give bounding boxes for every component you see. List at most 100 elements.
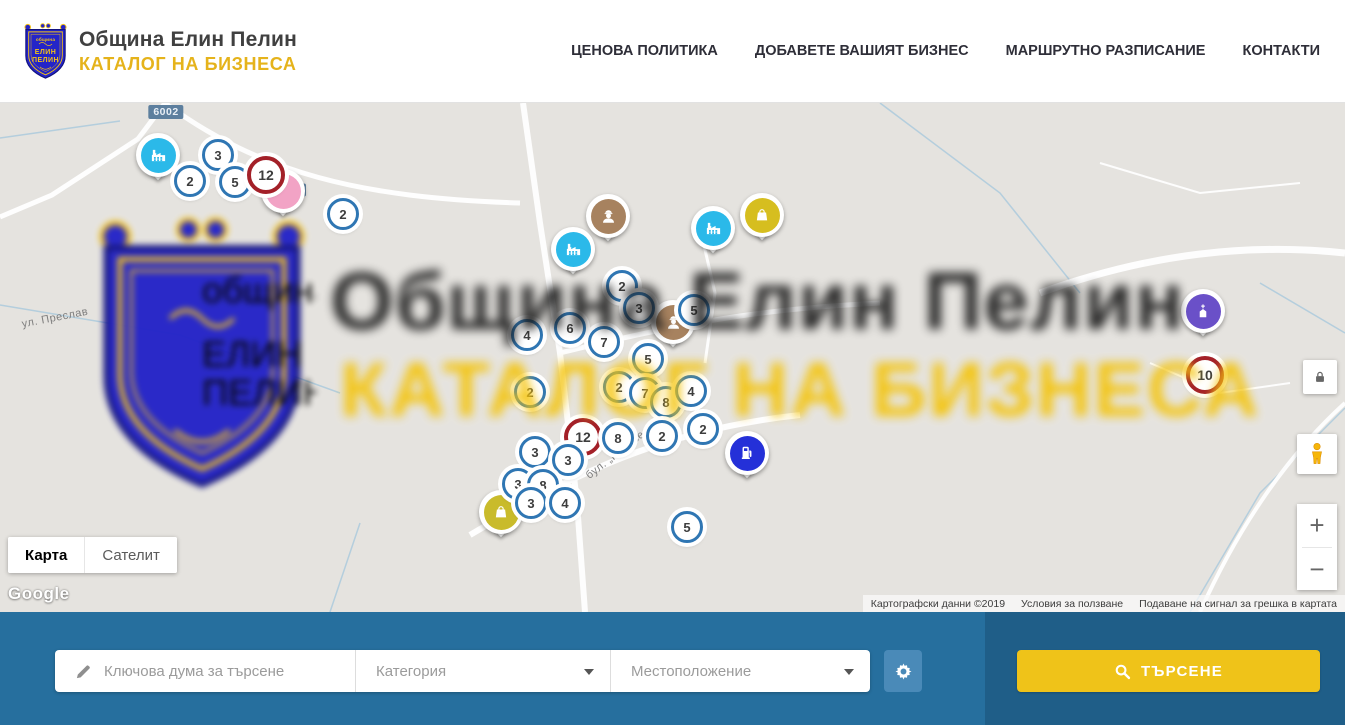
pin-head: [691, 206, 735, 250]
zoom-control: + −: [1297, 504, 1337, 590]
map-cluster-marker[interactable]: 3: [623, 292, 655, 324]
cluster-count: 5: [644, 352, 651, 367]
church-icon: [1186, 294, 1221, 329]
main-nav: ЦЕНОВА ПОЛИТИКА ДОБАВЕТЕ ВАШИЯТ БИЗНЕС МАР…: [571, 43, 1320, 59]
zoom-in-button[interactable]: +: [1297, 504, 1337, 547]
lock-icon: [1313, 370, 1327, 384]
pencil-icon: [75, 663, 92, 680]
cluster-count: 2: [186, 174, 193, 189]
google-logo[interactable]: Google: [8, 584, 70, 604]
map-cluster-marker[interactable]: 3: [552, 444, 584, 476]
search-button[interactable]: ТЪРСЕНЕ: [1017, 650, 1320, 692]
cluster-count: 5: [683, 520, 690, 535]
svg-text:ЕЛИН: ЕЛИН: [35, 48, 57, 55]
cluster-count: 3: [635, 301, 642, 316]
nav-item[interactable]: ЦЕНОВА ПОЛИТИКА: [571, 43, 718, 59]
map-cluster-marker[interactable]: 3: [519, 436, 551, 468]
map-cluster-marker[interactable]: 10: [1186, 356, 1224, 394]
map-cluster-marker[interactable]: 7: [588, 326, 620, 358]
fuel-icon: [730, 436, 765, 471]
cluster-count: 7: [600, 335, 607, 350]
nav-item[interactable]: ДОБАВЕТЕ ВАШИЯТ БИЗНЕС: [755, 43, 969, 59]
cluster-count: 2: [526, 385, 533, 400]
map-pin-church[interactable]: [1180, 288, 1226, 334]
chevron-down-icon: [844, 669, 854, 675]
map-attribution: Картографски данни ©2019 Условия за ползв…: [863, 595, 1345, 612]
map-cluster-marker[interactable]: 5: [671, 511, 703, 543]
map-pin-factory[interactable]: [550, 226, 596, 272]
site-subtitle: КАТАЛОГ НА БИЗНЕСА: [79, 54, 297, 75]
map-cluster-marker[interactable]: 3: [515, 487, 547, 519]
map-pin-factory[interactable]: [690, 205, 736, 251]
category-select[interactable]: Категория: [355, 650, 610, 692]
lock-scroll-button[interactable]: [1303, 360, 1337, 394]
keyword-input[interactable]: [104, 663, 334, 680]
map-cluster-marker[interactable]: 4: [675, 375, 707, 407]
map-cluster-marker[interactable]: 12: [247, 156, 285, 194]
cluster-count: 2: [339, 207, 346, 222]
svg-text:ПЕЛИН: ПЕЛИН: [32, 56, 59, 63]
svg-text:община: община: [36, 35, 55, 41]
cluster-count: 5: [690, 303, 697, 318]
brand-logo[interactable]: община ЕЛИН ПЕЛИН Община Елин Пелин КАТА…: [22, 23, 297, 80]
map-cluster-marker[interactable]: 2: [646, 420, 678, 452]
map-cluster-marker[interactable]: 8: [602, 422, 634, 454]
map-cluster-marker[interactable]: 2: [514, 376, 546, 408]
street-view-pegman-button[interactable]: [1297, 434, 1337, 474]
zoom-out-button[interactable]: −: [1297, 548, 1337, 591]
map-canvas[interactable]: ул. Преславбул. „Новосел 6002 3251222356…: [0, 103, 1345, 612]
map-cluster-marker[interactable]: 5: [678, 294, 710, 326]
map-pin-factory[interactable]: [135, 132, 181, 178]
page: община ЕЛИН ПЕЛИН Община Елин Пелин КАТА…: [0, 0, 1345, 725]
cluster-count: 5: [231, 175, 238, 190]
site-title: Община Елин Пелин: [79, 28, 297, 52]
municipality-crest-icon: община ЕЛИН ПЕЛИН: [22, 23, 69, 80]
cluster-count: 12: [575, 429, 591, 445]
nav-item[interactable]: КОНТАКТИ: [1242, 43, 1320, 59]
search-group: Категория Местоположение: [55, 650, 870, 692]
nav-item[interactable]: МАРШРУТНО РАЗПИСАНИЕ: [1006, 43, 1206, 59]
map-cluster-marker[interactable]: 5: [219, 166, 251, 198]
pin-head: [136, 133, 180, 177]
cluster-count: 8: [614, 431, 621, 446]
cluster-count: 2: [615, 380, 622, 395]
map-type-satellite-button[interactable]: Сателит: [84, 537, 177, 573]
search-icon: [1114, 663, 1131, 680]
map-cluster-marker[interactable]: 2: [687, 413, 719, 445]
map-cluster-marker[interactable]: 4: [549, 487, 581, 519]
cluster-count: 12: [258, 167, 274, 183]
bag-icon: [484, 495, 519, 530]
map-cluster-marker[interactable]: 6: [554, 312, 586, 344]
attribution-text: Картографски данни ©2019: [871, 598, 1005, 610]
map-type-map-button[interactable]: Карта: [8, 537, 84, 573]
attribution-link[interactable]: Подаване на сигнал за грешка в картата: [1139, 598, 1337, 610]
pin-head: [725, 431, 769, 475]
bag-icon: [745, 198, 780, 233]
keyword-field: [55, 650, 355, 692]
cluster-count: 3: [527, 496, 534, 511]
category-placeholder: Категория: [376, 663, 446, 680]
search-button-label: ТЪРСЕНЕ: [1141, 663, 1223, 680]
pin-head: [1181, 289, 1225, 333]
cluster-count: 10: [1197, 367, 1213, 383]
attribution-link[interactable]: Условия за ползване: [1021, 598, 1123, 610]
location-placeholder: Местоположение: [631, 663, 751, 680]
brand-text: Община Елин Пелин КАТАЛОГ НА БИЗНЕСА: [79, 28, 297, 75]
cluster-count: 8: [662, 395, 669, 410]
gear-icon: [894, 662, 913, 681]
factory-icon: [556, 232, 591, 267]
advanced-search-button[interactable]: [884, 650, 922, 692]
header: община ЕЛИН ПЕЛИН Община Елин Пелин КАТА…: [0, 0, 1345, 103]
map-pin-bag[interactable]: [739, 192, 785, 238]
map-cluster-marker[interactable]: 2: [174, 165, 206, 197]
map-pin-fuel[interactable]: [724, 430, 770, 476]
marker-layer: 32512223564752278412822333834510: [0, 103, 1345, 612]
map-cluster-marker[interactable]: 5: [632, 343, 664, 375]
cluster-count: 4: [561, 496, 568, 511]
pegman-icon: [1305, 442, 1329, 466]
location-select[interactable]: Местоположение: [610, 650, 870, 692]
cluster-count: 2: [658, 429, 665, 444]
map-cluster-marker[interactable]: 4: [511, 319, 543, 351]
map-type-control: КартаСателит: [8, 537, 177, 573]
map-cluster-marker[interactable]: 2: [327, 198, 359, 230]
